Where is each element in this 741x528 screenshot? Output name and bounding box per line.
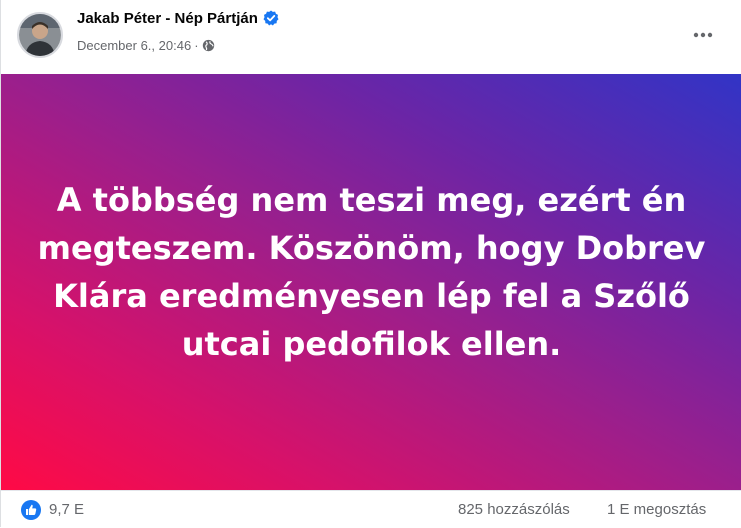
shares-count[interactable]: 1 E megosztás bbox=[607, 501, 706, 518]
post-card: Jakab Péter - Nép Pártján December 6., 2… bbox=[0, 0, 741, 527]
verified-badge-icon bbox=[263, 10, 279, 30]
author-avatar[interactable] bbox=[17, 12, 63, 58]
reactions-count[interactable]: 9,7 E bbox=[49, 501, 84, 518]
like-icon[interactable] bbox=[21, 500, 41, 520]
post-meta: December 6., 20:46 · bbox=[77, 38, 215, 55]
author-name[interactable]: Jakab Péter - Nép Pártján bbox=[77, 10, 258, 27]
banner-text: A többség nem teszi meg, ezért én megtes… bbox=[37, 180, 706, 363]
text-banner[interactable]: A többség nem teszi meg, ezért én megtes… bbox=[1, 74, 741, 490]
meta-separator: · bbox=[194, 38, 199, 53]
comments-count[interactable]: 825 hozzászólás bbox=[458, 501, 570, 518]
post-header: Jakab Péter - Nép Pártján December 6., 2… bbox=[1, 0, 741, 74]
post-timestamp[interactable]: December 6., 20:46 bbox=[77, 38, 191, 53]
post-footer: 9,7 E 825 hozzászólás 1 E megosztás bbox=[1, 490, 741, 528]
author-name-line: Jakab Péter - Nép Pártján bbox=[77, 10, 279, 30]
globe-icon[interactable] bbox=[202, 39, 215, 55]
more-options-button[interactable] bbox=[685, 17, 721, 53]
more-options-icon bbox=[693, 32, 713, 38]
